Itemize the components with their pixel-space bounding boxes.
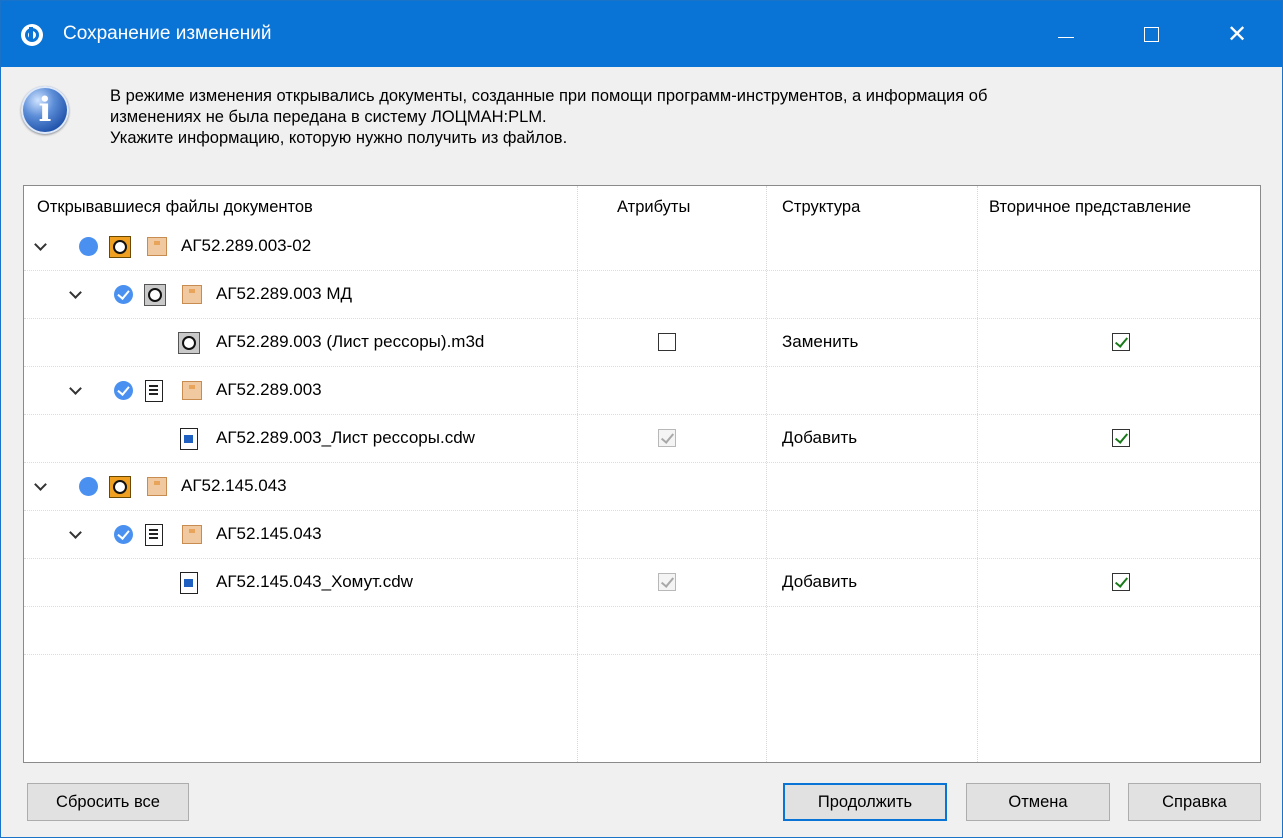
message-line: Укажите информацию, которую нужно получи… [110, 129, 568, 147]
window-title: Сохранение изменений [63, 23, 272, 44]
attributes-checkbox [658, 573, 676, 591]
document-icon [145, 524, 163, 546]
assembly-icon [109, 476, 131, 498]
row-label: АГ52.289.003-02 [181, 236, 312, 255]
title-bar[interactable]: Сохранение изменений ✕ [1, 1, 1282, 67]
part-icon [144, 284, 166, 306]
chevron-down-icon[interactable] [34, 480, 48, 494]
app-logo-icon [21, 24, 43, 46]
row-label: АГ52.145.043_Хомут.cdw [216, 572, 413, 591]
tree-row[interactable]: АГ52.289.003_Лист рессоры.cdw Добавить [24, 415, 1260, 463]
drawing-file-icon [180, 428, 198, 450]
row-label: АГ52.145.043 [216, 524, 322, 543]
column-header-structure[interactable]: Структура [782, 198, 860, 217]
tree-row[interactable]: АГ52.289.003 МД [24, 271, 1260, 319]
folder-icon [147, 477, 167, 496]
document-icon [145, 380, 163, 402]
continue-button[interactable]: Продолжить [783, 783, 947, 821]
chevron-down-icon[interactable] [69, 528, 83, 542]
minimize-button[interactable] [1036, 1, 1096, 67]
reset-all-button[interactable]: Сбросить все [27, 783, 189, 821]
documents-table[interactable]: Открывавшиеся файлы документов Атрибуты … [23, 185, 1261, 763]
assembly-icon [109, 236, 131, 258]
structure-action[interactable]: Добавить [782, 428, 857, 448]
check-circle-icon [114, 525, 133, 544]
status-dot-icon [79, 477, 98, 496]
column-header-attributes[interactable]: Атрибуты [617, 198, 690, 217]
tree-row[interactable]: АГ52.145.043 [24, 511, 1260, 559]
folder-icon [182, 525, 202, 544]
save-changes-dialog: Сохранение изменений ✕ i В режиме измене… [0, 0, 1283, 838]
folder-icon [182, 381, 202, 400]
maximize-button[interactable] [1121, 1, 1181, 67]
empty-row [24, 607, 1260, 655]
check-circle-icon [114, 381, 133, 400]
structure-action[interactable]: Заменить [782, 332, 858, 352]
folder-icon [147, 237, 167, 256]
maximize-icon [1143, 26, 1159, 42]
row-label: АГ52.289.003 (Лист рессоры).m3d [216, 332, 485, 351]
tree-row[interactable]: АГ52.289.003 (Лист рессоры).m3d Заменить [24, 319, 1260, 367]
close-button[interactable]: ✕ [1207, 1, 1267, 67]
chevron-down-icon[interactable] [69, 288, 83, 302]
row-label: АГ52.289.003_Лист рессоры.cdw [216, 428, 475, 447]
attributes-checkbox [658, 429, 676, 447]
folder-icon [182, 285, 202, 304]
minimize-icon [1058, 36, 1074, 38]
tree-row[interactable]: АГ52.289.003-02 [24, 223, 1260, 271]
column-header-files[interactable]: Открывавшиеся файлы документов [37, 198, 313, 217]
drawing-file-icon [180, 572, 198, 594]
help-button[interactable]: Справка [1128, 783, 1261, 821]
part-file-icon [178, 332, 200, 354]
info-icon: i [21, 86, 69, 134]
row-label: АГ52.289.003 [216, 380, 322, 399]
tree-row[interactable]: АГ52.145.043 [24, 463, 1260, 511]
tree-row[interactable]: АГ52.145.043_Хомут.cdw Добавить [24, 559, 1260, 607]
tree-row[interactable]: АГ52.289.003 [24, 367, 1260, 415]
chevron-down-icon[interactable] [69, 384, 83, 398]
attributes-checkbox[interactable] [658, 333, 676, 351]
status-dot-icon [79, 237, 98, 256]
chevron-down-icon[interactable] [34, 240, 48, 254]
info-message: В режиме изменения открывались документы… [110, 86, 1240, 149]
empty-row [24, 655, 1260, 703]
cancel-button[interactable]: Отмена [966, 783, 1110, 821]
row-label: АГ52.145.043 [181, 476, 287, 495]
column-header-secondary[interactable]: Вторичное представление [989, 198, 1191, 217]
structure-action[interactable]: Добавить [782, 572, 857, 592]
secondary-checkbox[interactable] [1112, 573, 1130, 591]
check-circle-icon [114, 285, 133, 304]
message-line: В режиме изменения открывались документы… [110, 87, 988, 105]
close-icon: ✕ [1226, 20, 1248, 48]
message-line: изменениях не была передана в систему ЛО… [110, 108, 547, 126]
secondary-checkbox[interactable] [1112, 333, 1130, 351]
row-label: АГ52.289.003 МД [216, 284, 353, 303]
secondary-checkbox[interactable] [1112, 429, 1130, 447]
